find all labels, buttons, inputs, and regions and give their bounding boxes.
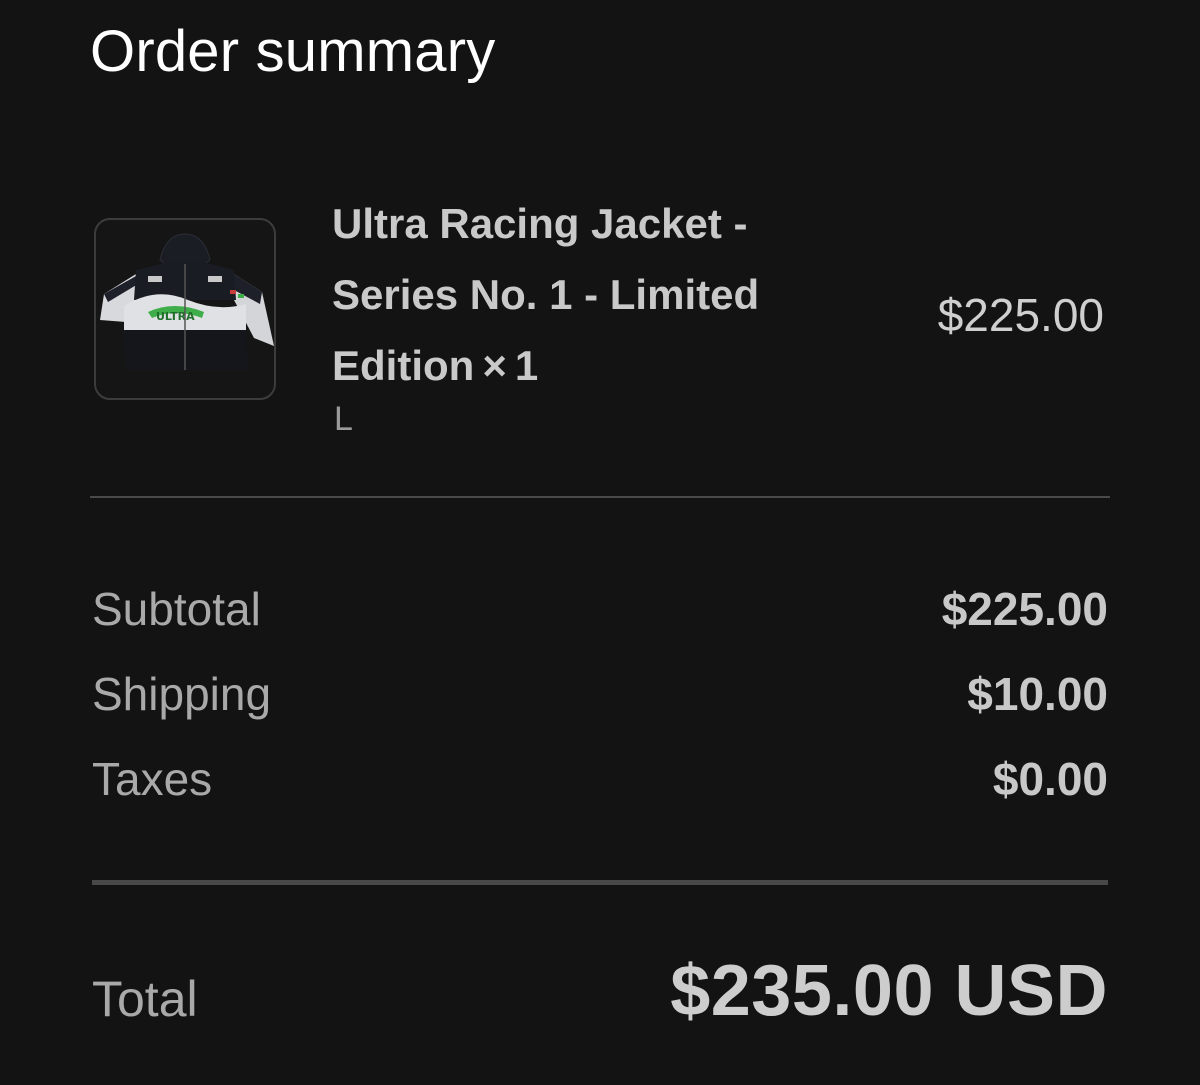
- taxes-row: Taxes $0.00: [92, 752, 1108, 812]
- product-variant: L: [334, 400, 353, 438]
- product-thumbnail[interactable]: ULTRA: [94, 218, 276, 400]
- order-line-item[interactable]: ULTRA Ultra Racing Jacket - Series No. 1…: [94, 188, 1106, 448]
- items-divider: [90, 496, 1110, 498]
- taxes-value: $0.00: [992, 753, 1108, 805]
- product-price: $225.00: [937, 289, 1104, 341]
- total-value: $235.00 USD: [670, 951, 1108, 1031]
- quantity-separator: ×: [482, 342, 507, 389]
- shipping-label: Shipping: [92, 668, 272, 720]
- product-name: Ultra Racing Jacket - Series No. 1 - Lim…: [332, 200, 760, 389]
- subtotal-value: $225.00: [941, 583, 1108, 635]
- taxes-label: Taxes: [92, 753, 213, 805]
- shipping-row: Shipping $10.00: [92, 667, 1108, 727]
- total-label: Total: [92, 971, 198, 1027]
- subtotal-label: Subtotal: [92, 583, 261, 635]
- jacket-image-icon: ULTRA: [100, 233, 274, 370]
- total-divider: [92, 880, 1108, 885]
- shipping-value: $10.00: [967, 668, 1108, 720]
- subtotal-row: Subtotal $225.00: [92, 582, 1108, 642]
- total-row: Total $235.00 USD: [92, 950, 1108, 1040]
- product-quantity: 1: [514, 342, 539, 389]
- page-title: Order summary: [90, 19, 496, 84]
- svg-text:ULTRA: ULTRA: [156, 310, 195, 323]
- product-title[interactable]: Ultra Racing Jacket - Series No. 1 - Lim…: [332, 188, 852, 401]
